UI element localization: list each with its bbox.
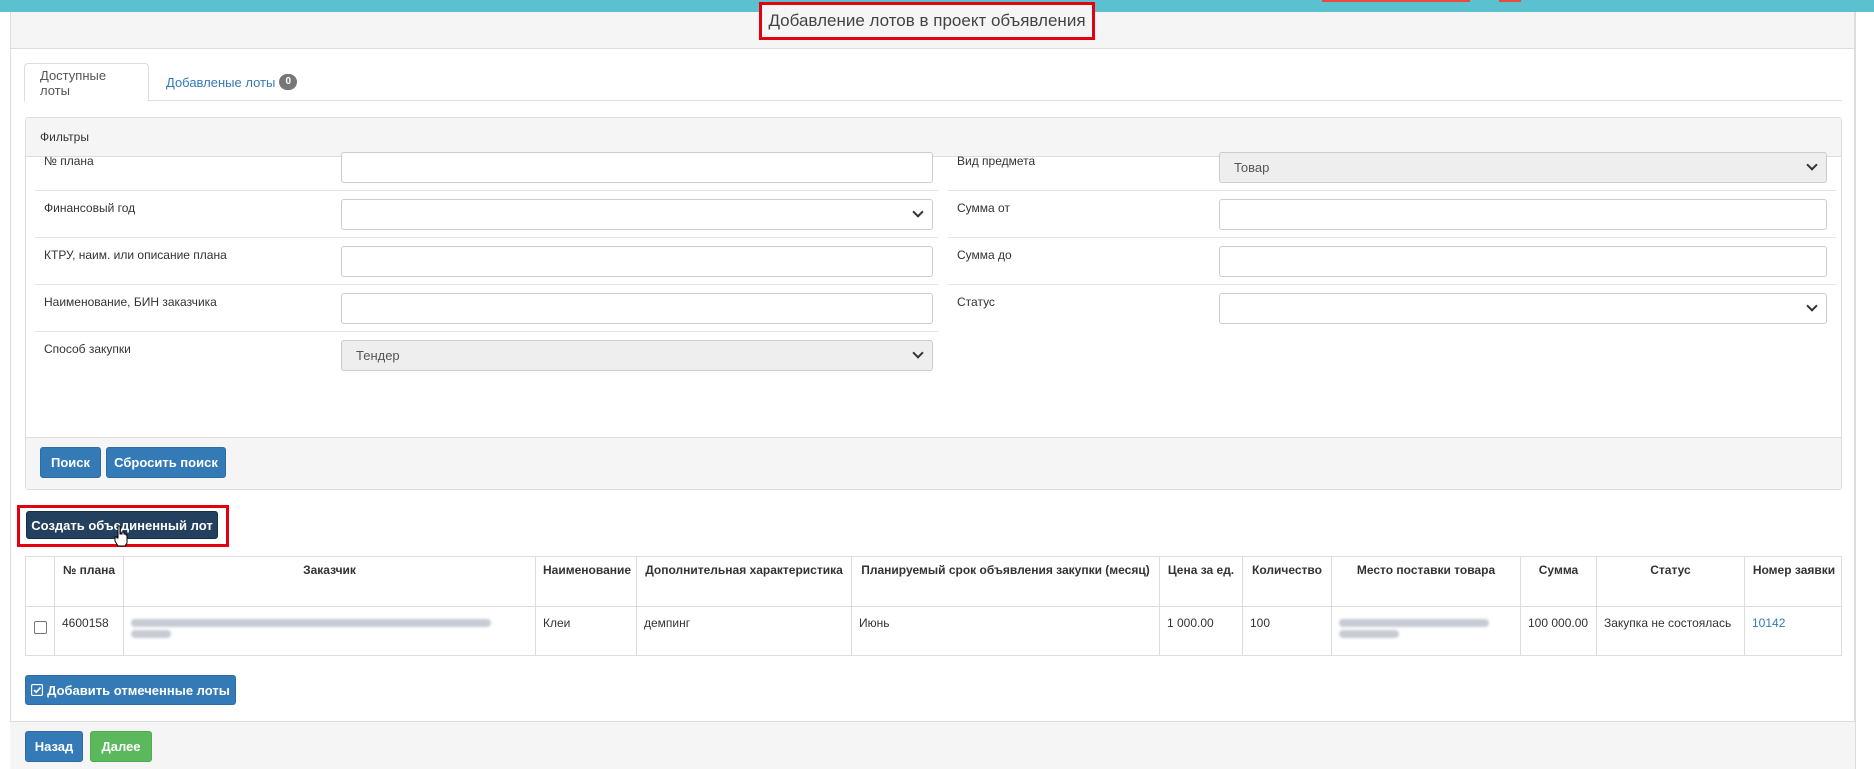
next-button-label: Далее (101, 739, 141, 754)
request-number-link[interactable]: 10142 (1752, 616, 1785, 630)
back-button[interactable]: Назад (25, 731, 83, 762)
redacted-customer (131, 619, 491, 627)
filter-row-plan-number: № плана (35, 144, 938, 191)
filters-panel: Фильтры № плана Финансовый год КТРУ, наи… (25, 117, 1842, 490)
top-bar-indicator (1322, 0, 1470, 2)
add-checked-lots-button[interactable]: Добавить отмеченные лоты (25, 675, 236, 705)
cell-name: Клеи (535, 607, 636, 656)
search-button-label: Поиск (50, 455, 90, 470)
redacted-delivery-place (1339, 619, 1489, 627)
added-lots-count-badge: 0 (279, 74, 298, 90)
cell-plan-number: 4600158 (54, 607, 123, 656)
cell-unit-price: 1 000.00 (1159, 607, 1242, 656)
cell-status: Закупка не состоялась (1596, 607, 1744, 656)
chevron-down-icon (912, 347, 924, 359)
reset-search-button[interactable]: Сбросить поиск (106, 447, 226, 478)
plan-number-input[interactable] (341, 152, 933, 183)
procurement-method-select[interactable]: Тендер (341, 340, 933, 371)
filter-row-status: Статус (948, 285, 1836, 332)
sum-from-input[interactable] (1219, 199, 1827, 230)
header-plan-number: № плана (54, 557, 123, 606)
header-name: Наименование (535, 557, 636, 606)
add-checked-lots-button-label: Добавить отмеченные лоты (47, 682, 230, 698)
next-button[interactable]: Далее (90, 731, 152, 762)
subject-type-value: Товар (1234, 160, 1270, 175)
back-button-label: Назад (34, 739, 74, 754)
cell-customer (123, 607, 535, 656)
fiscal-year-label: Финансовый год (44, 201, 136, 215)
reset-search-button-label: Сбросить поиск (114, 455, 218, 470)
tab-added-lots-label: Добавленые лоты (166, 74, 276, 90)
header-quantity: Количество (1242, 557, 1331, 606)
filter-row-subject-type: Вид предмета Товар (948, 144, 1836, 191)
header-customer: Заказчик (123, 557, 535, 606)
table-header-row: № плана Заказчик Наименование Дополнител… (26, 557, 1841, 607)
top-bar-indicator-small (1499, 0, 1521, 2)
chevron-down-icon (1806, 159, 1818, 171)
chevron-down-icon (912, 206, 924, 218)
sum-to-label: Сумма до (957, 248, 1012, 262)
header-unit-price: Цена за ед. (1159, 557, 1242, 606)
filter-row-ktru: КТРУ, наим. или описание плана (35, 238, 938, 285)
subject-type-select[interactable]: Товар (1219, 152, 1827, 183)
table-row: 4600158 Клеи демпинг Июнь 1 000.00 100 1… (26, 607, 1841, 656)
cell-delivery-place (1331, 607, 1520, 656)
ktru-input[interactable] (341, 246, 933, 277)
tab-available-lots-label: Доступные лоты (40, 67, 107, 98)
header-month: Планируемый срок объявления закупки (мес… (851, 557, 1159, 606)
header-request-number: Номер заявки (1744, 557, 1843, 606)
procurement-method-label: Способ закупки (44, 342, 131, 356)
sum-from-label: Сумма от (957, 201, 1010, 215)
fiscal-year-select[interactable] (341, 199, 933, 230)
page-title: Добавление лотов в проект объявления (759, 2, 1095, 40)
header-status: Статус (1596, 557, 1744, 606)
cell-request-number: 10142 (1744, 607, 1843, 656)
customer-input[interactable] (341, 293, 933, 324)
cell-quantity: 100 (1242, 607, 1331, 656)
filter-row-procurement-method: Способ закупки Тендер (35, 332, 938, 379)
hand-cursor-icon (114, 525, 128, 547)
lots-tabs: Доступные лоты Добавленые лоты 0 (24, 63, 1842, 102)
header-extra: Дополнительная характеристика (636, 557, 851, 606)
header-select-cell (26, 557, 54, 606)
chevron-down-icon (1806, 300, 1818, 312)
sum-to-input[interactable] (1219, 246, 1827, 277)
redacted-delivery-place-2 (1339, 630, 1399, 638)
filters-heading-text: Фильтры (40, 130, 89, 144)
row-select-cell (26, 607, 54, 656)
filter-row-sum-to: Сумма до (948, 238, 1836, 285)
customer-label: Наименование, БИН заказчика (44, 295, 217, 309)
status-select[interactable] (1219, 293, 1827, 324)
header-delivery-place: Место поставки товара (1331, 557, 1520, 606)
subject-type-label: Вид предмета (957, 154, 1036, 168)
cell-extra: демпинг (636, 607, 851, 656)
ktru-label: КТРУ, наим. или описание плана (44, 248, 227, 262)
filter-row-customer: Наименование, БИН заказчика (35, 285, 938, 332)
tab-added-lots[interactable]: Добавленые лоты 0 (151, 63, 312, 101)
lots-table: № плана Заказчик Наименование Дополнител… (25, 556, 1842, 656)
status-label: Статус (957, 295, 995, 309)
redacted-customer-2 (131, 630, 171, 638)
filter-row-fiscal-year: Финансовый год (35, 191, 938, 238)
cell-sum: 100 000.00 (1520, 607, 1596, 656)
row-checkbox[interactable] (34, 621, 47, 634)
procurement-method-value: Тендер (356, 348, 400, 363)
footer-bar: Назад Далее (10, 721, 1855, 769)
header-sum: Сумма (1520, 557, 1596, 606)
vertical-scrollbar[interactable] (1855, 12, 1874, 769)
plan-number-label: № плана (44, 154, 94, 168)
check-square-icon (31, 684, 44, 696)
page-title-text: Добавление лотов в проект объявления (768, 11, 1086, 30)
search-button[interactable]: Поиск (40, 447, 101, 478)
filter-row-sum-from: Сумма от (948, 191, 1836, 238)
cell-month: Июнь (851, 607, 1159, 656)
filters-footer: Поиск Сбросить поиск (26, 437, 1841, 489)
tab-available-lots[interactable]: Доступные лоты (24, 63, 149, 102)
